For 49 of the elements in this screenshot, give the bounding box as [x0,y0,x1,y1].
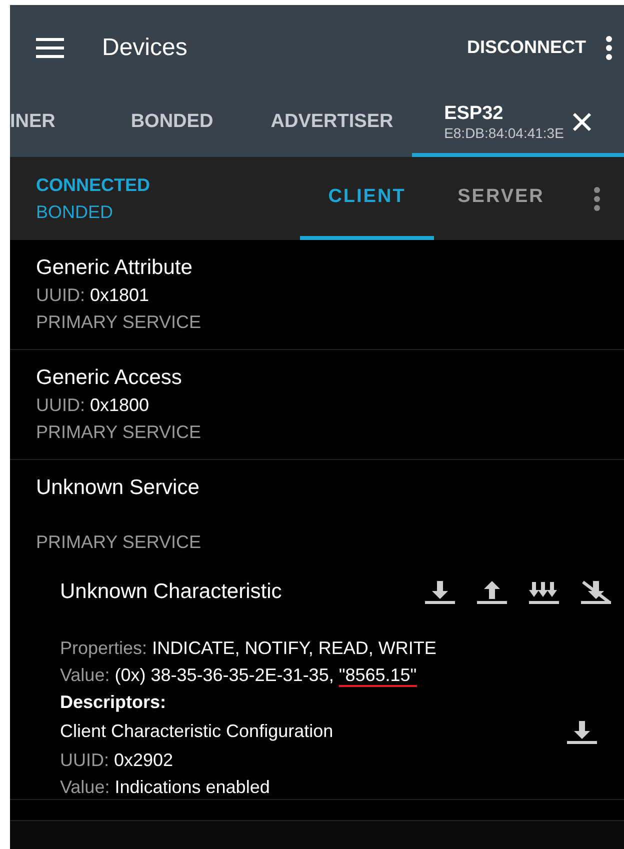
mode-tab[interactable]: CLIENT [300,157,434,240]
uuid-label: UUID: [60,750,109,770]
download-icon [566,718,598,745]
value-label: Value: [60,665,110,685]
menu-button[interactable] [36,38,64,58]
crossed-arrow-icon-button[interactable] [580,578,612,605]
service-type: PRIMARY SERVICE [36,312,202,333]
service-name: Generic Attribute [36,256,194,280]
connection-status: CONNECTED [36,174,152,196]
value-text: "8565.15" [338,665,417,687]
service-name: Generic Access [36,366,183,390]
disconnect-button[interactable]: DISCONNECT [466,37,586,58]
device-tab[interactable]: ADVERTISER [252,90,412,157]
uuid-label: UUID: [36,395,85,415]
download-icon [424,578,456,605]
value-hex: (0x) 38-35-36-35-2E-31-35, [114,665,335,685]
download-icon-button[interactable] [424,578,456,605]
uuid-label: UUID: [36,285,85,305]
uuid-value: 0x1801 [90,285,150,305]
descriptor-name: Client Characteristic Configuration [60,721,334,742]
more-icon [606,36,612,60]
device-address: E8:DB:84:04:41:3E [444,124,564,140]
more-icon [594,186,600,210]
service-type: PRIMARY SERVICE [36,532,202,553]
mode-tab[interactable]: SERVER [434,157,568,240]
service-name: Unknown Service [36,476,200,500]
download-icon-button[interactable] [566,718,598,745]
descriptor-value: Indications enabled [114,777,270,797]
close-icon[interactable] [572,112,592,132]
upload-icon [476,578,508,605]
connection-status: BONDED [36,202,114,222]
app-title: Devices [102,34,188,62]
service-item[interactable]: Generic Access UUID: 0x1800 PRIMARY SERVICE [10,350,624,460]
uuid-value: 0x1800 [90,395,150,415]
service-type: PRIMARY SERVICE [36,422,202,443]
uuid-value: 0x2902 [114,750,174,770]
device-tab[interactable]: INER [10,90,92,157]
value-label: Value: [60,777,110,797]
tab-label: ESP32 [444,102,504,124]
properties-label: Properties: [60,638,148,658]
properties-value: INDICATE, NOTIFY, READ, WRITE [152,638,436,658]
service-item[interactable]: Generic Attribute UUID: 0x1801 PRIMARY SERVICE [10,240,624,350]
upload-icon-button[interactable] [476,578,508,605]
characteristic-name: Unknown Characteristic [60,580,282,604]
menu-icon [36,38,64,58]
descriptors-heading: Descriptors: [60,692,168,713]
device-tab[interactable]: BONDED [92,90,252,157]
crossed-arrow-icon [580,578,612,605]
more-button[interactable] [606,36,612,60]
